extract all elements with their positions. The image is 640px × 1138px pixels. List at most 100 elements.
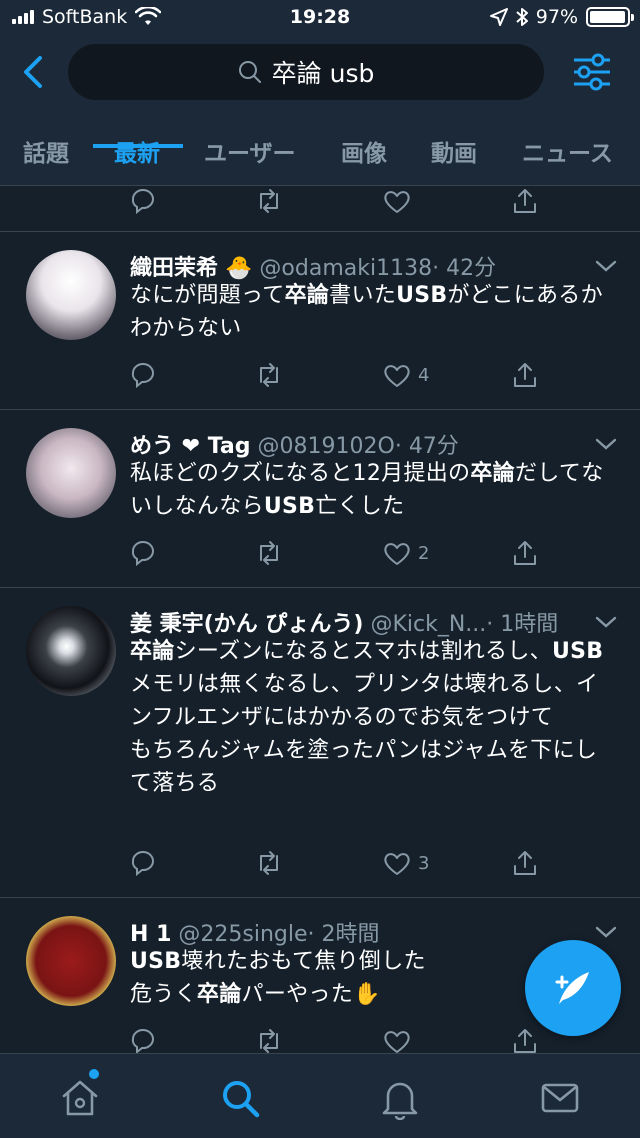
user-handle[interactable]: @Kick_N... [370,612,486,637]
search-query: 卒論 usb [271,59,375,88]
status-right: 97% [489,6,634,28]
tweet-time: · 1時間 [486,612,559,637]
reply-button[interactable] [128,538,158,568]
tab-users[interactable]: ユーザー [204,134,296,168]
user-handle[interactable]: @0819102O [258,434,395,459]
heart-icon [384,1031,410,1053]
chevron-down-icon[interactable] [594,924,618,940]
user-handle[interactable]: @225single [178,922,307,947]
chevron-down-icon[interactable] [594,436,618,452]
user-handle[interactable]: @odamaki1138 [259,256,432,281]
tweet-time: · 47分 [394,434,459,459]
tweet-actions-partial [128,186,548,222]
chevron-down-icon[interactable] [594,258,618,274]
heart-icon [384,853,410,875]
active-tab-indicator [93,144,183,148]
avatar[interactable] [26,606,116,696]
retweet-button[interactable] [254,848,284,878]
reply-button[interactable] [128,186,158,216]
tab-images[interactable]: 画像 [341,134,387,168]
retweet-button[interactable] [254,1026,284,1053]
share-button[interactable] [510,1026,540,1053]
tweet-text: 卒論シーズンになるとスマホは割れるし、USBメモリは無くなるし、プリンタは壊れる… [130,639,604,796]
tweet-actions: 3 [128,848,548,884]
reply-icon [131,189,154,215]
messages-envelope-icon[interactable] [538,1076,582,1120]
home-icon[interactable] [58,1076,102,1120]
tweet-text: なにが問題って卒論書いたUSBがどこにあるかわからない [130,283,603,341]
share-button[interactable] [510,186,540,216]
status-bar: SoftBank 19:28 97% [0,0,640,36]
reply-icon [131,363,154,389]
tweet-card[interactable]: 姜 秉宇(かん ぴょんう) @Kick_N...· 1時間 卒論シーズンになると… [0,588,640,896]
like-button[interactable]: 4 [382,360,429,390]
battery-icon [586,7,634,27]
like-button[interactable] [382,1026,412,1053]
tweet-actions: 2 [128,538,548,574]
location-arrow-icon [489,8,508,26]
display-name[interactable]: 姜 秉宇(かん ぴょんう) [130,612,363,637]
retweet-icon [260,851,278,875]
retweet-button[interactable] [254,538,284,568]
tab-latest[interactable]: 最新 [114,134,160,168]
battery-percent: 97% [535,6,578,28]
tab-videos[interactable]: 動画 [431,134,477,168]
share-icon [514,1029,536,1053]
like-button[interactable]: 2 [382,538,429,568]
retweet-icon [260,541,278,565]
tab-topics[interactable]: 話題 [23,134,69,168]
avatar[interactable] [26,916,116,1006]
avatar[interactable] [26,428,116,518]
reply-icon [131,1029,154,1053]
tweet-header: H 1 @225single· 2時間 [130,916,590,948]
like-button[interactable]: 3 [382,848,429,878]
retweet-icon [260,363,278,387]
search-icon [238,61,261,83]
share-icon [514,851,536,875]
tab-news[interactable]: ニュース [522,134,613,168]
avatar[interactable] [26,250,116,340]
reply-button[interactable] [128,360,158,390]
retweet-button[interactable] [254,186,284,216]
share-button[interactable] [510,848,540,878]
display-name[interactable]: めう ❤ Tag [130,434,251,459]
share-button[interactable] [510,538,540,568]
bottom-tab-bar [0,1053,640,1138]
retweet-button[interactable] [254,360,284,390]
compose-feather-icon [555,972,589,1004]
compose-tweet-button[interactable] [525,940,621,1036]
filter-settings-button[interactable] [570,52,614,92]
heart-icon [384,365,410,387]
tweet-actions: 4 [128,360,548,396]
tweet-header: 姜 秉宇(かん ぴょんう) @Kick_N...· 1時間 [130,606,590,638]
tweet-text: 私ほどのクズになると12月提出の卒論だしてないしなんならUSB亡くした [130,461,604,519]
name-emoji: 🐣 [225,256,253,281]
bluetooth-icon [516,8,528,26]
reply-button[interactable] [128,848,158,878]
share-icon [514,363,536,387]
like-button[interactable] [382,186,412,216]
chevron-down-icon[interactable] [594,614,618,630]
share-icon [514,189,536,213]
home-notification-dot [89,1069,99,1079]
reply-button[interactable] [128,1026,158,1053]
search-header: 卒論 usb 話題 最新 ユーザー 画像 動画 ニュース [0,36,640,186]
notifications-bell-icon[interactable] [378,1076,422,1120]
share-icon [514,541,536,565]
retweet-icon [260,1029,278,1053]
tweet-header: 織田茉希 🐣 @odamaki1138· 42分 [130,250,590,282]
search-tab-icon[interactable] [218,1076,262,1120]
display-name[interactable]: 織田茉希 [130,256,218,281]
like-count: 4 [418,364,430,386]
tweet-card[interactable]: 織田茉希 🐣 @odamaki1138· 42分 なにが問題って卒論書いたUSB… [0,232,640,408]
tweet-time: · 2時間 [307,922,380,947]
tweet-card[interactable]: めう ❤ Tag @0819102O· 47分 私ほどのクズになると12月提出の… [0,410,640,586]
display-name[interactable]: H 1 [130,922,171,947]
search-tabs: 話題 最新 ユーザー 画像 動画 ニュース [0,128,640,186]
reply-icon [131,541,154,567]
back-button[interactable] [18,54,50,90]
tweet-actions [128,1026,548,1053]
search-input[interactable]: 卒論 usb [68,44,544,100]
share-button[interactable] [510,360,540,390]
reply-icon [131,851,154,877]
